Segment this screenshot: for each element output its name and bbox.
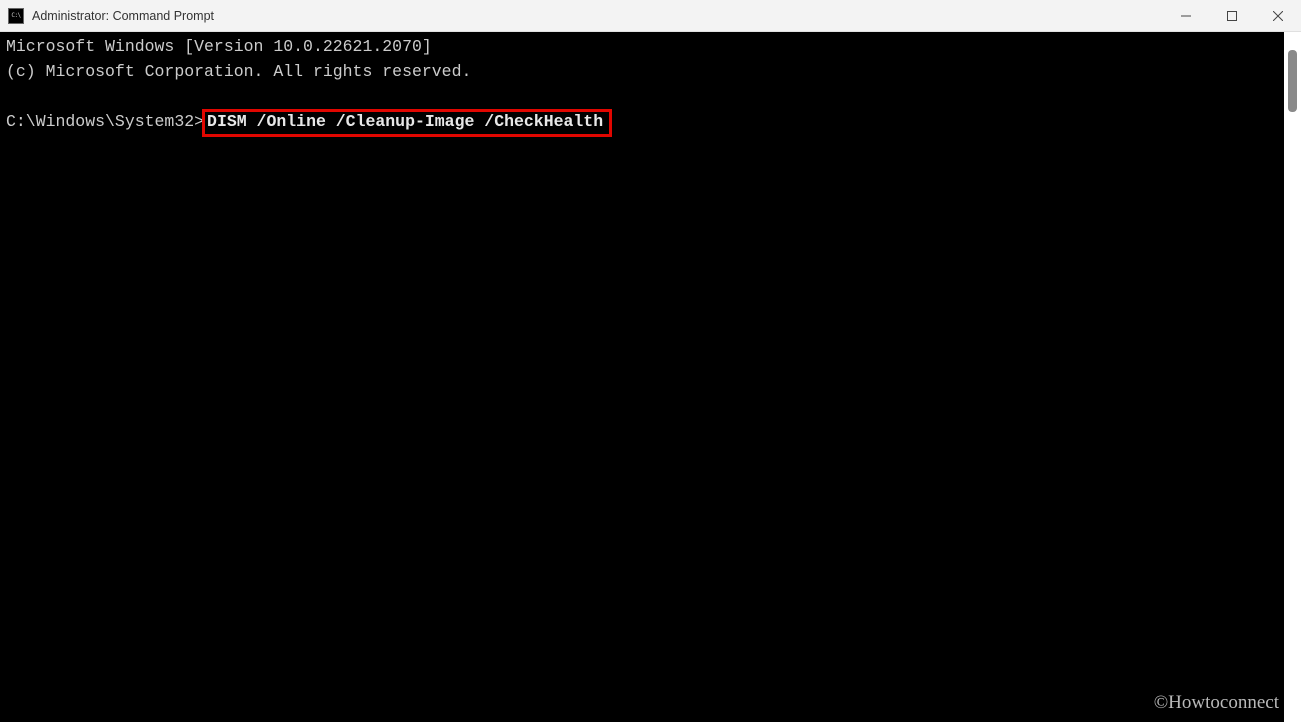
watermark: ©Howtoconnect (1154, 692, 1279, 714)
maximize-button[interactable] (1209, 0, 1255, 31)
terminal-line-copyright: (c) Microsoft Corporation. All rights re… (6, 62, 471, 81)
titlebar[interactable]: C:\ Administrator: Command Prompt (0, 0, 1301, 32)
terminal-area[interactable]: Microsoft Windows [Version 10.0.22621.20… (0, 32, 1301, 722)
terminal-line-version: Microsoft Windows [Version 10.0.22621.20… (6, 37, 432, 56)
command-highlight: DISM /Online /Cleanup-Image /CheckHealth (202, 109, 612, 137)
terminal-prompt: C:\Windows\System32> (6, 112, 204, 131)
titlebar-left: C:\ Administrator: Command Prompt (8, 8, 214, 24)
scrollbar-track[interactable] (1284, 32, 1301, 722)
command-prompt-icon: C:\ (8, 8, 24, 24)
command-prompt-window: C:\ Administrator: Command Prompt Micros… (0, 0, 1301, 722)
minimize-button[interactable] (1163, 0, 1209, 31)
close-button[interactable] (1255, 0, 1301, 31)
window-title: Administrator: Command Prompt (32, 9, 214, 23)
scrollbar-thumb[interactable] (1288, 50, 1297, 112)
window-controls (1163, 0, 1301, 31)
terminal-content[interactable]: Microsoft Windows [Version 10.0.22621.20… (0, 32, 1284, 722)
